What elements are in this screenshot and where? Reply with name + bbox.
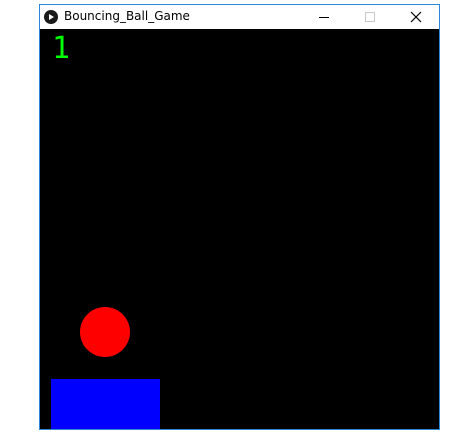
window-title: Bouncing_Ball_Game xyxy=(64,9,190,23)
ball xyxy=(80,307,130,357)
maximize-icon xyxy=(365,12,375,22)
close-icon xyxy=(410,11,422,23)
title-bar[interactable]: Bouncing_Ball_Game xyxy=(40,5,439,29)
minimize-button[interactable] xyxy=(301,5,347,29)
minimize-icon xyxy=(319,16,329,18)
play-icon xyxy=(44,10,58,24)
score-counter: 1 xyxy=(52,31,71,66)
game-canvas[interactable]: 1 xyxy=(40,29,439,429)
paddle[interactable] xyxy=(51,379,160,429)
maximize-button[interactable] xyxy=(347,5,393,29)
game-window: Bouncing_Ball_Game 1 xyxy=(39,4,440,430)
close-button[interactable] xyxy=(393,5,439,29)
